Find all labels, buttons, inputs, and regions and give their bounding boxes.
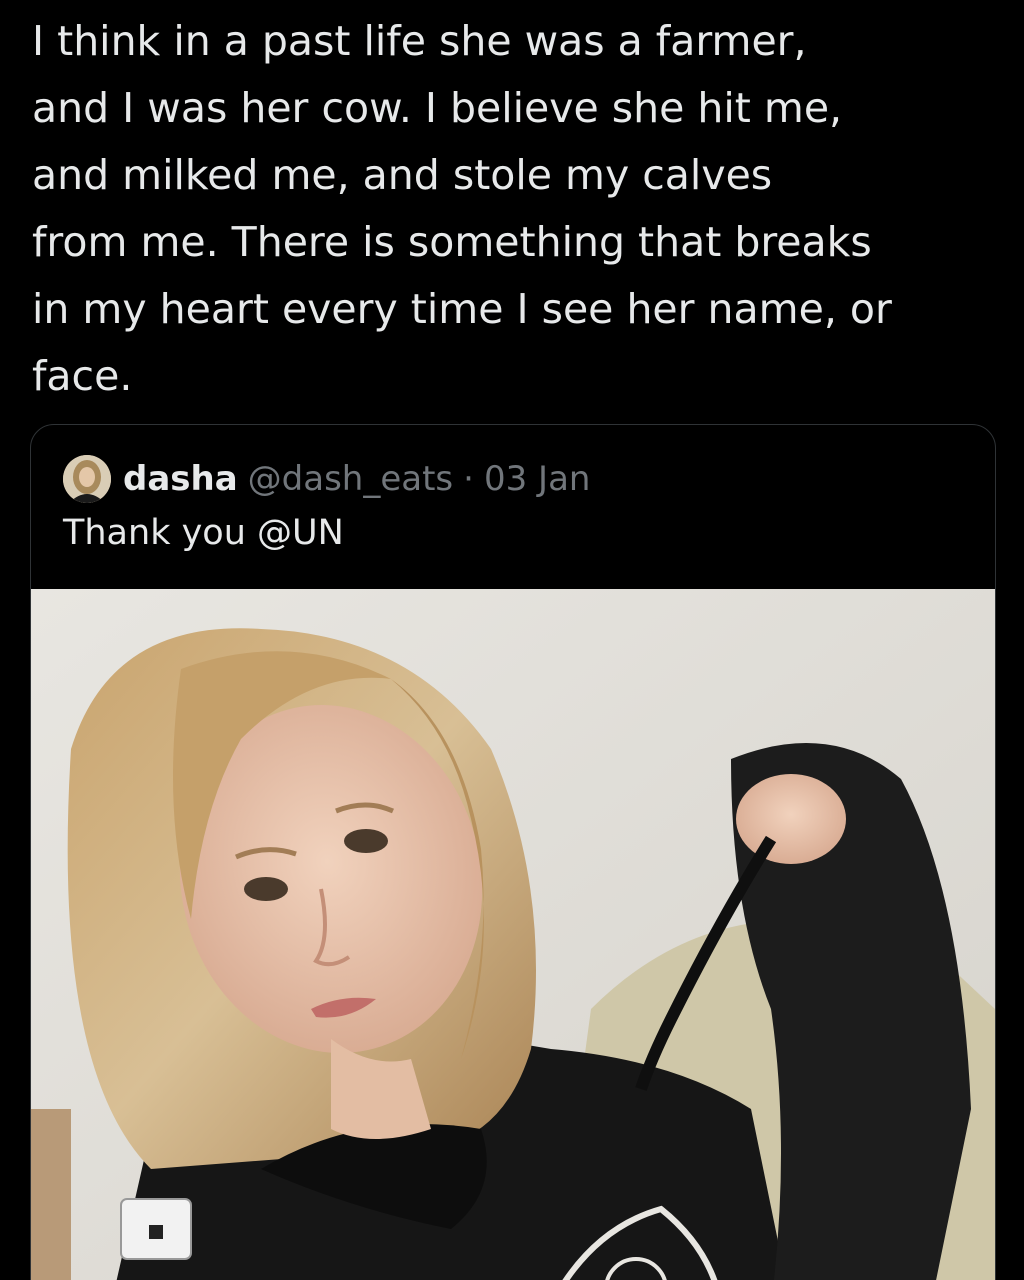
- tweet-screenshot: I think in a past life she was a farmer,…: [0, 0, 1024, 1280]
- tweet-text: I think in a past life she was a farmer,…: [32, 17, 892, 400]
- tweet-date[interactable]: 03 Jan: [484, 459, 590, 499]
- separator-dot: ·: [463, 459, 474, 499]
- quoted-tweet-text: Thank you @UN: [63, 513, 344, 553]
- quoted-tweet-card[interactable]: dasha @dash_eats · 03 Jan Thank you @UN: [30, 424, 996, 1280]
- author-name[interactable]: dasha: [123, 459, 238, 499]
- tweet-photo[interactable]: [31, 589, 995, 1280]
- quoted-tweet-header: dasha @dash_eats · 03 Jan: [63, 453, 590, 505]
- avatar[interactable]: [63, 455, 111, 503]
- author-handle[interactable]: @dash_eats: [248, 459, 453, 499]
